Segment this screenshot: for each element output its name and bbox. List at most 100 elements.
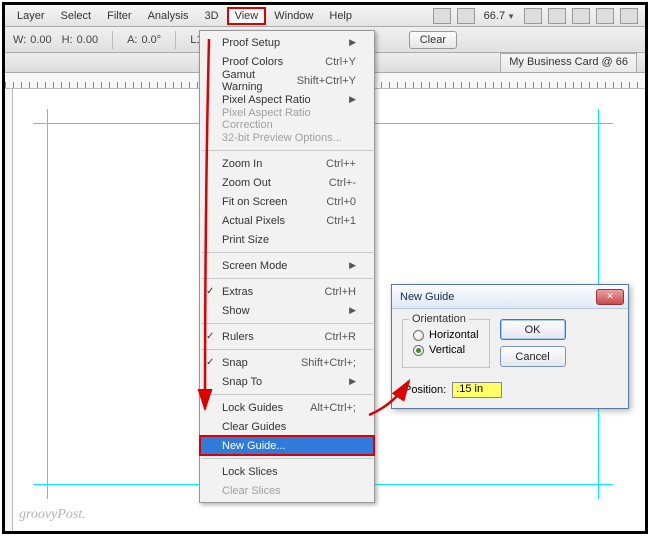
menu-item-extras[interactable]: ✓ Extras Ctrl+H bbox=[200, 282, 374, 301]
submenu-arrow-icon: ▶ bbox=[349, 37, 356, 48]
h-value: 0.00 bbox=[77, 34, 98, 46]
submenu-arrow-icon: ▶ bbox=[349, 305, 356, 316]
menu-item-label: Clear Guides bbox=[222, 421, 286, 433]
menu-item-label: Proof Setup bbox=[222, 37, 280, 49]
menu-item-label: Proof Colors bbox=[222, 56, 283, 68]
menu-item-shortcut: Ctrl+R bbox=[325, 331, 356, 343]
menu-item-label: Lock Slices bbox=[222, 466, 278, 478]
zoom-icon[interactable] bbox=[548, 8, 566, 24]
menu-item-label: Screen Mode bbox=[222, 260, 287, 272]
vertical-ruler bbox=[5, 89, 13, 531]
radio-label-vertical: Vertical bbox=[429, 344, 465, 356]
check-icon: ✓ bbox=[206, 286, 214, 297]
menu-item-proof-setup[interactable]: Proof Setup ▶ bbox=[200, 33, 374, 52]
menu-select[interactable]: Select bbox=[53, 7, 100, 25]
dialog-titlebar[interactable]: New Guide ✕ bbox=[392, 285, 628, 309]
a-value: 0.0° bbox=[142, 34, 162, 46]
radio-icon bbox=[413, 345, 424, 356]
menu-item-label: Zoom In bbox=[222, 158, 262, 170]
menu-item-label: Gamut Warning bbox=[222, 69, 297, 93]
menu-filter[interactable]: Filter bbox=[99, 7, 139, 25]
close-icon[interactable]: ✕ bbox=[596, 289, 624, 305]
menu-item-fit-on-screen[interactable]: Fit on Screen Ctrl+0 bbox=[200, 192, 374, 211]
menu-item-shortcut: Shift+Ctrl+; bbox=[301, 357, 356, 369]
hand-icon[interactable] bbox=[524, 8, 542, 24]
menu-item-lock-slices[interactable]: Lock Slices bbox=[200, 462, 374, 481]
radio-vertical[interactable]: Vertical bbox=[413, 344, 479, 356]
h-label: H: bbox=[62, 34, 73, 46]
arrange-icon[interactable] bbox=[457, 8, 475, 24]
menu-item-new-guide[interactable]: New Guide... bbox=[200, 436, 374, 455]
menubar: LayerSelectFilterAnalysis3DViewWindowHel… bbox=[5, 5, 645, 27]
menu-item-label: Actual Pixels bbox=[222, 215, 285, 227]
ok-button[interactable]: OK bbox=[500, 319, 566, 340]
submenu-arrow-icon: ▶ bbox=[349, 94, 356, 105]
menu-view[interactable]: View bbox=[227, 7, 267, 25]
menu-item-pixel-aspect-ratio-correction: Pixel Aspect Ratio Correction bbox=[200, 109, 374, 128]
menu-item-show[interactable]: Show ▶ bbox=[200, 301, 374, 320]
w-value: 0.00 bbox=[30, 34, 51, 46]
menu-item-zoom-in[interactable]: Zoom In Ctrl++ bbox=[200, 154, 374, 173]
menu-item-label: Clear Slices bbox=[222, 485, 281, 497]
menu-item-label: Fit on Screen bbox=[222, 196, 287, 208]
menu-item-label: Pixel Aspect Ratio Correction bbox=[222, 107, 356, 131]
menu-item-label: Extras bbox=[222, 286, 253, 298]
position-label: Position: bbox=[404, 384, 446, 396]
menu-item-clear-slices: Clear Slices bbox=[200, 481, 374, 500]
zoom-value[interactable]: 66.7▼ bbox=[484, 10, 515, 22]
menu-item-label: Show bbox=[222, 305, 250, 317]
radio-label-horizontal: Horizontal bbox=[429, 329, 479, 341]
cancel-button[interactable]: Cancel bbox=[500, 346, 566, 367]
menu-item-label: Rulers bbox=[222, 331, 254, 343]
orientation-legend: Orientation bbox=[409, 313, 469, 325]
menu-item-screen-mode[interactable]: Screen Mode ▶ bbox=[200, 256, 374, 275]
menu-item-shortcut: Shift+Ctrl+Y bbox=[297, 75, 356, 87]
menu-item-shortcut: Alt+Ctrl+; bbox=[310, 402, 356, 414]
menu-item-shortcut: Ctrl+0 bbox=[326, 196, 356, 208]
menu-item-label: Print Size bbox=[222, 234, 269, 246]
dialog-title: New Guide bbox=[400, 291, 454, 303]
menu-item-clear-guides[interactable]: Clear Guides bbox=[200, 417, 374, 436]
menu-item-gamut-warning[interactable]: Gamut WarningShift+Ctrl+Y bbox=[200, 71, 374, 90]
menu-item-lock-guides[interactable]: Lock Guides Alt+Ctrl+; bbox=[200, 398, 374, 417]
menu-item-actual-pixels[interactable]: Actual Pixels Ctrl+1 bbox=[200, 211, 374, 230]
submenu-arrow-icon: ▶ bbox=[349, 376, 356, 387]
menu-item-32-bit-preview-options: 32-bit Preview Options... bbox=[200, 128, 374, 147]
menu-item-shortcut: Ctrl+- bbox=[329, 177, 356, 189]
clear-button[interactable]: Clear bbox=[409, 31, 457, 49]
screen-mode-icon[interactable] bbox=[596, 8, 614, 24]
a-label: A: bbox=[127, 34, 137, 46]
menu-item-label: Lock Guides bbox=[222, 402, 283, 414]
new-guide-dialog: New Guide ✕ Orientation Horizontal Verti… bbox=[391, 284, 629, 409]
menu-item-shortcut: Ctrl+Y bbox=[325, 56, 356, 68]
menu-item-label: Zoom Out bbox=[222, 177, 271, 189]
radio-horizontal[interactable]: Horizontal bbox=[413, 329, 479, 341]
check-icon: ✓ bbox=[206, 331, 214, 342]
submenu-arrow-icon: ▶ bbox=[349, 260, 356, 271]
menu-item-shortcut: Ctrl++ bbox=[326, 158, 356, 170]
menu-item-label: Snap To bbox=[222, 376, 262, 388]
menu-item-label: New Guide... bbox=[222, 440, 286, 452]
document-tab[interactable]: My Business Card @ 66 bbox=[500, 53, 637, 72]
rotate-icon[interactable] bbox=[572, 8, 590, 24]
extras-icon[interactable] bbox=[620, 8, 638, 24]
menu-help[interactable]: Help bbox=[321, 7, 360, 25]
br-icon[interactable] bbox=[433, 8, 451, 24]
menu-item-label: 32-bit Preview Options... bbox=[222, 132, 342, 144]
menu-item-snap[interactable]: ✓SnapShift+Ctrl+; bbox=[200, 353, 374, 372]
radio-icon bbox=[413, 330, 424, 341]
menu-analysis[interactable]: Analysis bbox=[140, 7, 197, 25]
menu-item-shortcut: Ctrl+1 bbox=[326, 215, 356, 227]
watermark: groovyPost. bbox=[19, 507, 86, 523]
menu-3d[interactable]: 3D bbox=[197, 7, 227, 25]
view-menu-dropdown: Proof Setup ▶ Proof Colors Ctrl+Y Gamut Warn… bbox=[199, 30, 375, 503]
position-input[interactable]: .15 in bbox=[452, 382, 502, 398]
menu-item-print-size[interactable]: Print Size bbox=[200, 230, 374, 249]
menu-item-snap-to[interactable]: Snap To ▶ bbox=[200, 372, 374, 391]
menu-item-shortcut: Ctrl+H bbox=[325, 286, 356, 298]
check-icon: ✓ bbox=[206, 357, 214, 368]
menu-window[interactable]: Window bbox=[266, 7, 321, 25]
menu-item-zoom-out[interactable]: Zoom Out Ctrl+- bbox=[200, 173, 374, 192]
menu-item-rulers[interactable]: ✓ Rulers Ctrl+R bbox=[200, 327, 374, 346]
menu-layer[interactable]: Layer bbox=[9, 7, 53, 25]
